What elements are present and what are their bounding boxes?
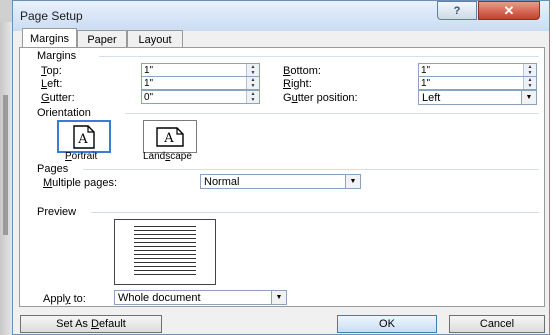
margins-heading: Margins [37, 50, 77, 62]
preview-line [134, 250, 196, 251]
pages-heading: Pages [37, 163, 69, 175]
gutter-position-value: Left [422, 92, 441, 104]
svg-text:A: A [77, 132, 88, 147]
portrait-label: Portrait [65, 151, 98, 162]
orientation-separator [125, 113, 539, 114]
chevron-down-icon[interactable]: ▼ [521, 91, 536, 104]
gutter-position-label: Gutter position: [283, 92, 358, 104]
gutter-input[interactable] [142, 91, 259, 103]
right-margin-spin-arrows[interactable]: ▲ ▼ [523, 77, 536, 89]
set-as-default-label: Set As Default [56, 318, 126, 330]
pages-separator [83, 169, 539, 170]
gutter-spinbox[interactable]: ▲▼ [141, 90, 260, 104]
landscape-page-icon: A [156, 126, 184, 147]
apply-to-value: Whole document [118, 292, 201, 304]
preview-line [134, 226, 196, 227]
page-preview [114, 219, 216, 285]
right-margin-input[interactable] [419, 77, 536, 89]
ok-button[interactable]: OK [337, 315, 437, 333]
gutter-spin-arrows[interactable]: ▲ ▼ [246, 91, 259, 103]
close-button[interactable]: ✕ [478, 1, 540, 20]
left-margin-input[interactable] [142, 77, 259, 89]
preview-line [134, 270, 196, 271]
cancel-label: Cancel [479, 318, 515, 330]
ok-label: OK [379, 318, 395, 330]
background-right-edge [550, 0, 556, 335]
gutter-position-select[interactable]: Left ▼ [418, 90, 537, 105]
gutter-label: Gutter: [41, 92, 75, 104]
page-setup-dialog: Page Setup ? ✕ Margins Paper Layout Marg… [12, 0, 550, 335]
set-as-default-button[interactable]: Set As Default [20, 315, 162, 333]
chevron-down-icon[interactable]: ▼ [271, 291, 286, 304]
preview-separator [91, 212, 539, 213]
preview-line [134, 230, 196, 231]
right-label: Right: [283, 78, 312, 90]
preview-line [134, 254, 196, 255]
preview-line [134, 246, 196, 247]
help-icon: ? [453, 4, 461, 17]
background-app-corner [0, 0, 12, 22]
preview-line [134, 262, 196, 263]
left-label: Left: [41, 78, 63, 90]
multiple-pages-select[interactable]: Normal ▼ [200, 174, 361, 189]
background-app-edge [0, 0, 12, 335]
tab-label: Layout [138, 33, 172, 46]
top-margin-spin-arrows[interactable]: ▲ ▼ [246, 64, 259, 76]
help-button[interactable]: ? [437, 1, 477, 20]
tab-layout[interactable]: Layout [127, 30, 183, 48]
right-margin-spinbox[interactable]: ▲▼ [418, 76, 537, 90]
tab-margins[interactable]: Margins [22, 28, 77, 48]
left-margin-spinbox[interactable]: ▲▼ [141, 76, 260, 90]
tab-paper[interactable]: Paper [77, 30, 127, 48]
bottom-margin-spin-arrows[interactable]: ▲ ▼ [523, 64, 536, 76]
multiple-pages-value: Normal [204, 176, 240, 188]
dialog-title: Page Setup [20, 9, 83, 23]
preview-line [134, 234, 196, 235]
spin-down-icon: ▼ [250, 83, 256, 89]
bottom-margin-spinbox[interactable]: ▲▼ [418, 63, 537, 77]
bottom-margin-input[interactable] [419, 64, 536, 76]
apply-to-label: Apply to: [43, 293, 86, 305]
orientation-heading: Orientation [37, 107, 91, 119]
left-margin-spin-arrows[interactable]: ▲ ▼ [246, 77, 259, 89]
landscape-option[interactable]: A [143, 120, 197, 153]
landscape-label: Landscape [143, 151, 192, 162]
spin-down-icon: ▼ [527, 83, 533, 89]
title-bar[interactable]: Page Setup ? ✕ [13, 1, 549, 31]
portrait-option[interactable]: A [57, 120, 111, 153]
cancel-button[interactable]: Cancel [449, 315, 545, 333]
top-margin-input[interactable] [142, 64, 259, 76]
spin-down-icon: ▼ [250, 97, 256, 103]
top-margin-spinbox[interactable]: ▲▼ [141, 63, 260, 77]
tab-label: Margins [29, 32, 70, 45]
svg-text:A: A [163, 131, 174, 146]
multiple-pages-label: Multiple pages: [43, 177, 117, 189]
preview-line [134, 258, 196, 259]
chevron-down-icon[interactable]: ▼ [345, 175, 360, 188]
top-label: Top: [41, 65, 62, 77]
apply-to-select[interactable]: Whole document ▼ [114, 290, 287, 305]
close-icon: ✕ [503, 2, 515, 18]
preview-heading: Preview [37, 206, 77, 218]
preview-line [134, 274, 196, 275]
preview-line [134, 242, 196, 243]
margins-separator [99, 56, 539, 57]
background-scrollbar [3, 95, 8, 235]
tab-label: Paper [87, 33, 117, 46]
portrait-page-icon: A [73, 124, 95, 149]
preview-line [134, 266, 196, 267]
bottom-label: Bottom: [283, 65, 321, 77]
preview-line [134, 238, 196, 239]
